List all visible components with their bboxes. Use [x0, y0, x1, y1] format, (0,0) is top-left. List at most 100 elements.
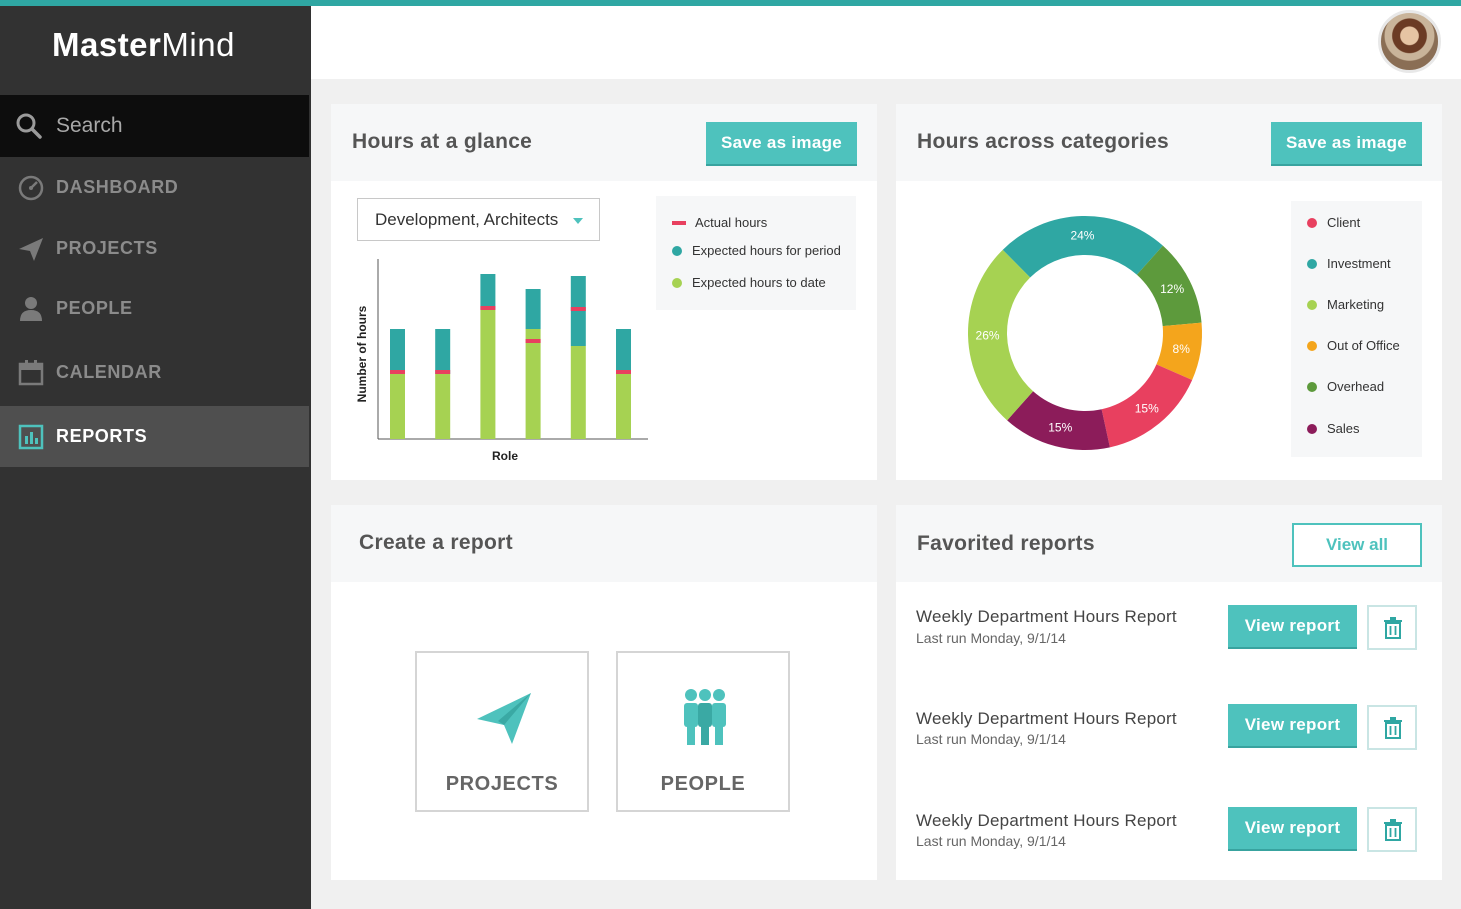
report-last-run: Last run Monday, 9/1/14 [916, 833, 1066, 849]
search-input[interactable]: Search [0, 95, 309, 157]
report-name[interactable]: Weekly Department Hours Report [916, 607, 1177, 627]
x-axis-label: Role [492, 449, 518, 463]
bar-expected-to-date [390, 374, 405, 439]
donut-data-label: 8% [1173, 342, 1191, 356]
delete-report-button[interactable] [1367, 705, 1417, 750]
hours-bar-chart: Number of hours Role [355, 259, 648, 463]
sidebar-item-people[interactable]: PEOPLE [0, 278, 309, 339]
donut-data-label: 15% [1135, 401, 1159, 415]
bar-expected-period [525, 289, 541, 329]
legend-swatch [672, 277, 682, 288]
sidebar-item-label: CALENDAR [56, 362, 162, 382]
sidebar: MasterMind Search DASHBOARD PROJECTS PEO… [0, 0, 311, 909]
sidebar-item-reports[interactable]: REPORTS [0, 406, 309, 467]
view-report-button[interactable]: View report [1228, 704, 1357, 748]
bar-expected-period [480, 274, 496, 309]
report-last-run: Last run Monday, 9/1/14 [916, 731, 1066, 747]
report-name[interactable]: Weekly Department Hours Report [916, 709, 1177, 729]
legend-item: Out of Office [1307, 338, 1400, 353]
marker-actual-hours [480, 306, 496, 310]
legend-label: Client [1327, 215, 1361, 230]
calendar-icon [18, 360, 44, 386]
hours-at-a-glance-panel: Hours at a glance Save as image Developm… [331, 104, 877, 480]
legend-label: Marketing [1327, 297, 1385, 312]
legend-item: Investment [1307, 256, 1391, 271]
save-as-image-button[interactable]: Save as image [706, 122, 857, 166]
y-axis-label: Number of hours [355, 305, 369, 402]
marker-actual-hours [525, 339, 541, 343]
chart-legend: Actual hours Expected hours for period E… [656, 196, 856, 310]
marker-actual-hours [390, 370, 405, 374]
legend-label: Actual hours [695, 215, 768, 230]
chevron-down-icon [573, 218, 583, 224]
legend-swatch [1307, 340, 1317, 351]
legend-label: Sales [1327, 421, 1360, 436]
legend-swatch [672, 245, 682, 256]
panel-title: Create a report [359, 531, 513, 554]
report-name[interactable]: Weekly Department Hours Report [916, 811, 1177, 831]
legend-label: Overhead [1327, 379, 1385, 394]
top-header [311, 6, 1461, 79]
legend-item: Expected hours to date [672, 275, 826, 290]
panel-title: Favorited reports [917, 532, 1095, 555]
donut-slice-investment [1002, 216, 1163, 278]
delete-report-button[interactable] [1367, 807, 1417, 852]
avatar[interactable] [1378, 10, 1441, 73]
legend-swatch [1307, 423, 1317, 434]
marker-actual-hours [616, 370, 631, 374]
legend-item: Actual hours [672, 215, 767, 230]
tile-label: PROJECTS [445, 773, 559, 795]
donut-data-label: 12% [1160, 282, 1184, 296]
bar-expected-period [616, 329, 631, 374]
sidebar-item-label: PEOPLE [56, 298, 133, 318]
bar-expected-to-date [435, 374, 451, 439]
favorited-reports-panel: Favorited reports View all Weekly Depart… [896, 505, 1442, 880]
dropdown-value: Development, Architects [375, 210, 559, 229]
hours-donut-chart: 24% 12% 8% 15% 15% 26% [968, 216, 1202, 450]
legend-label: Expected hours to date [692, 275, 826, 290]
save-as-image-button[interactable]: Save as image [1271, 122, 1422, 166]
report-last-run: Last run Monday, 9/1/14 [916, 630, 1066, 646]
delete-report-button[interactable] [1367, 605, 1417, 650]
paper-plane-icon [477, 693, 531, 744]
legend-item: Overhead [1307, 379, 1384, 394]
legend-item: Client [1307, 215, 1360, 230]
role-filter-dropdown[interactable]: Development, Architects [357, 198, 600, 241]
people-group-icon [684, 689, 726, 745]
donut-data-label: 15% [1048, 420, 1072, 434]
bar-expected-to-date [525, 329, 541, 439]
view-report-button[interactable]: View report [1228, 807, 1357, 851]
search-icon [16, 113, 42, 139]
sidebar-item-dashboard[interactable]: DASHBOARD [0, 157, 309, 218]
bar-expected-to-date [616, 374, 631, 439]
trash-icon [1384, 717, 1402, 739]
legend-label: Investment [1327, 256, 1391, 271]
donut-data-label: 24% [1070, 229, 1094, 243]
sidebar-item-calendar[interactable]: CALENDAR [0, 342, 309, 403]
tile-label: PEOPLE [660, 773, 746, 795]
view-report-button[interactable]: View report [1228, 605, 1357, 649]
donut-data-label: 26% [976, 329, 1000, 343]
hours-across-categories-panel: Hours across categories Save as image 24… [896, 104, 1442, 480]
legend-swatch [672, 220, 686, 225]
marker-actual-hours [570, 307, 586, 311]
legend-item: Expected hours for period [672, 243, 841, 258]
legend-label: Expected hours for period [692, 243, 841, 258]
legend-item: Sales [1307, 421, 1360, 436]
marker-actual-hours [435, 370, 451, 374]
view-all-button[interactable]: View all [1292, 523, 1422, 567]
bar-expected-to-date [570, 346, 586, 439]
sidebar-item-projects[interactable]: PROJECTS [0, 218, 309, 279]
create-projects-report-tile[interactable]: PROJECTS [415, 651, 589, 812]
top-accent-line [0, 0, 1461, 6]
bar-expected-period [390, 329, 405, 374]
app-logo[interactable]: MasterMind [52, 26, 235, 64]
create-report-panel: Create a report PROJECTS PEOPLE [331, 505, 877, 880]
donut-legend: Client Investment Marketing Out of Offic… [1291, 201, 1422, 457]
create-people-report-tile[interactable]: PEOPLE [616, 651, 790, 812]
legend-swatch [1307, 258, 1317, 269]
gauge-icon [18, 175, 44, 201]
trash-icon [1384, 819, 1402, 841]
paper-plane-icon [19, 238, 43, 261]
sidebar-item-label: REPORTS [56, 426, 148, 446]
